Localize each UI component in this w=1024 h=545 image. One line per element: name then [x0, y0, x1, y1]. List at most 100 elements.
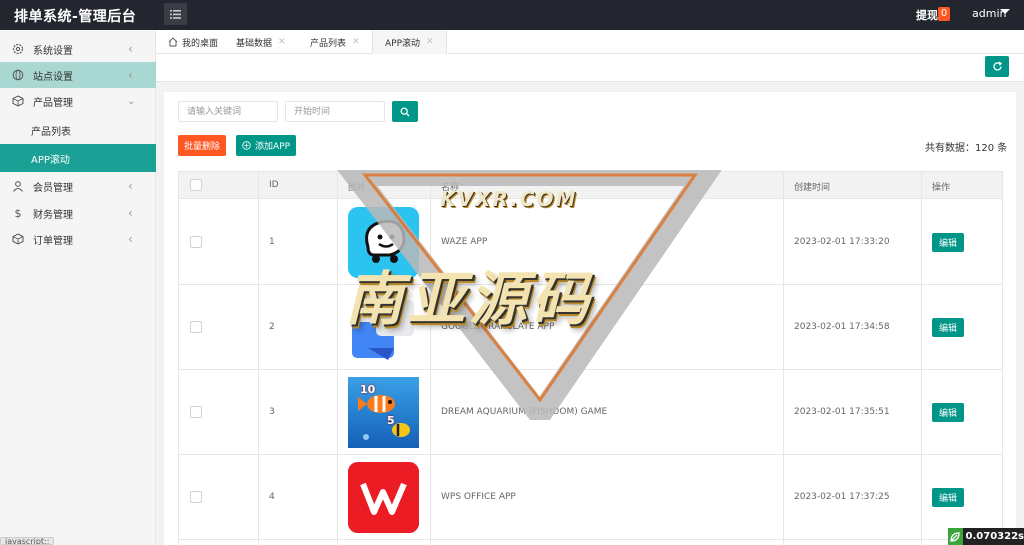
user-icon: [12, 180, 24, 192]
row-id: 2: [269, 322, 275, 332]
row-created-time: 2023-02-01 17:35:51: [794, 407, 890, 417]
column-header-image: 图片: [348, 183, 367, 193]
column-header-created: 创建时间: [794, 183, 831, 193]
add-app-button[interactable]: 添加APP: [236, 135, 296, 156]
column-divider: [921, 172, 922, 545]
row-checkbox[interactable]: [190, 491, 202, 503]
sidebar-item-product-list[interactable]: 产品列表: [0, 116, 156, 144]
tab-label: 基础数据: [236, 38, 273, 49]
watermark-text: 南亚源码: [345, 265, 594, 333]
column-divider: [337, 172, 338, 545]
tab-basic-data[interactable]: 基础数据 ✕: [236, 30, 286, 54]
caret-down-icon[interactable]: [1000, 9, 1010, 14]
select-all-checkbox[interactable]: [190, 179, 202, 191]
wps-office-app-icon: [348, 462, 419, 533]
app-table: ID 图片 名称 创建时间 操作 1 WAZE APP 2023-02-01 1…: [178, 171, 1003, 545]
tab-bar: 我的桌面 基础数据 ✕ 产品列表 ✕ APP滚动 ✕: [156, 30, 1024, 54]
leaf-icon: [948, 528, 963, 545]
load-timer: 0.070322s: [948, 528, 1024, 545]
sidebar-item-label: 产品管理: [33, 97, 73, 109]
row-name: WPS OFFICE APP: [441, 492, 516, 502]
fishdom-game-icon: 10 5: [348, 377, 419, 448]
list-icon: [170, 9, 181, 19]
withdraw-count-badge: 0: [938, 7, 950, 21]
close-icon[interactable]: ✕: [278, 37, 286, 47]
table-row: [179, 540, 1002, 545]
batch-delete-button[interactable]: 批量删除: [178, 135, 226, 156]
sidebar-item-site-settings[interactable]: 站点设置 ‹: [0, 62, 156, 88]
app-title: 排单系统-管理后台: [14, 9, 137, 25]
row-name: DREAM AQUARIUM (FISHDOM) GAME: [441, 407, 608, 417]
total-count: 共有数据：120 条: [925, 143, 1008, 154]
tab-label: APP滚动: [385, 38, 421, 49]
chevron-left-icon: ‹: [128, 42, 133, 56]
column-divider: [783, 172, 784, 545]
gear-icon: [12, 43, 24, 55]
timer-value: 0.070322s: [965, 531, 1024, 542]
sidebar: 系统设置 ‹ 站点设置 ‹ 产品管理 ⌄ 产品列表 APP滚动 会员管理 ‹ $…: [0, 30, 156, 545]
dollar-icon: $: [14, 206, 22, 220]
row-checkbox[interactable]: [190, 321, 202, 333]
sidebar-item-label: 系统设置: [33, 45, 73, 57]
column-header-action: 操作: [932, 183, 951, 193]
chevron-left-icon: ‹: [128, 206, 133, 220]
row-id: 1: [269, 237, 275, 247]
chevron-down-icon: ⌄: [127, 95, 136, 107]
table-header: ID 图片 名称 创建时间 操作: [179, 172, 1002, 199]
refresh-button[interactable]: [985, 56, 1009, 77]
sidebar-item-label: 产品列表: [31, 126, 71, 138]
menu-toggle-button[interactable]: [164, 3, 187, 25]
tab-my-desktop[interactable]: 我的桌面: [168, 30, 218, 54]
box-icon: [12, 95, 24, 107]
watermark-url: KVXR.COM: [440, 187, 578, 211]
chevron-left-icon: ‹: [128, 232, 133, 246]
top-header: 排单系统-管理后台 提现 0 admin: [0, 0, 1024, 30]
close-icon[interactable]: ✕: [426, 37, 434, 47]
row-created-time: 2023-02-01 17:33:20: [794, 237, 890, 247]
sidebar-item-label: 会员管理: [33, 182, 73, 194]
column-header-id: ID: [269, 180, 279, 190]
tab-label: 产品列表: [310, 38, 347, 49]
row-checkbox[interactable]: [190, 406, 202, 418]
box-icon: [12, 233, 24, 245]
tab-app-scroll[interactable]: APP滚动 ✕: [372, 30, 447, 54]
table-row: 3 10 5 DREAM AQUARIUM (FISHDOM) GAME 202…: [179, 370, 1002, 455]
sidebar-item-app-scroll[interactable]: APP滚动: [0, 144, 156, 172]
sidebar-item-product-management[interactable]: 产品管理 ⌄: [0, 88, 156, 114]
column-divider: [258, 172, 259, 545]
table-row: 4 WPS OFFICE APP 2023-02-01 17:37:25 编辑: [179, 455, 1002, 540]
chevron-left-icon: ‹: [128, 179, 133, 193]
row-checkbox[interactable]: [190, 236, 202, 248]
row-id: 3: [269, 407, 275, 417]
browser-status-bar: javascript:;: [0, 537, 55, 545]
globe-icon: [12, 69, 24, 81]
row-created-time: 2023-02-01 17:34:58: [794, 322, 890, 332]
sidebar-item-label: 订单管理: [33, 235, 73, 247]
edit-button[interactable]: 编辑: [932, 403, 964, 422]
row-name: WAZE APP: [441, 237, 488, 247]
home-icon: [168, 37, 178, 47]
edit-button[interactable]: 编辑: [932, 233, 964, 252]
sidebar-item-label: 财务管理: [33, 209, 73, 221]
withdraw-link[interactable]: 提现: [916, 7, 938, 23]
sidebar-item-label: APP滚动: [31, 154, 70, 166]
edit-button[interactable]: 编辑: [932, 318, 964, 337]
row-id: 4: [269, 492, 275, 502]
sidebar-item-finance-management[interactable]: $ 财务管理 ‹: [0, 200, 156, 226]
chevron-left-icon: ‹: [128, 68, 133, 82]
refresh-icon: [992, 61, 1002, 71]
close-icon[interactable]: ✕: [352, 37, 360, 47]
start-date-input[interactable]: [285, 101, 385, 122]
sidebar-item-system-settings[interactable]: 系统设置 ‹: [0, 36, 156, 62]
sidebar-item-order-management[interactable]: 订单管理 ‹: [0, 226, 156, 252]
plus-circle-icon: [242, 141, 251, 150]
search-button[interactable]: [392, 101, 418, 122]
keyword-input[interactable]: [178, 101, 278, 122]
column-divider: [430, 172, 431, 545]
toolbar-strip: [156, 54, 1024, 82]
edit-button[interactable]: 编辑: [932, 488, 964, 507]
search-icon: [400, 107, 410, 116]
sidebar-item-member-management[interactable]: 会员管理 ‹: [0, 173, 156, 199]
tab-product-list[interactable]: 产品列表 ✕: [310, 30, 360, 54]
row-created-time: 2023-02-01 17:37:25: [794, 492, 890, 502]
